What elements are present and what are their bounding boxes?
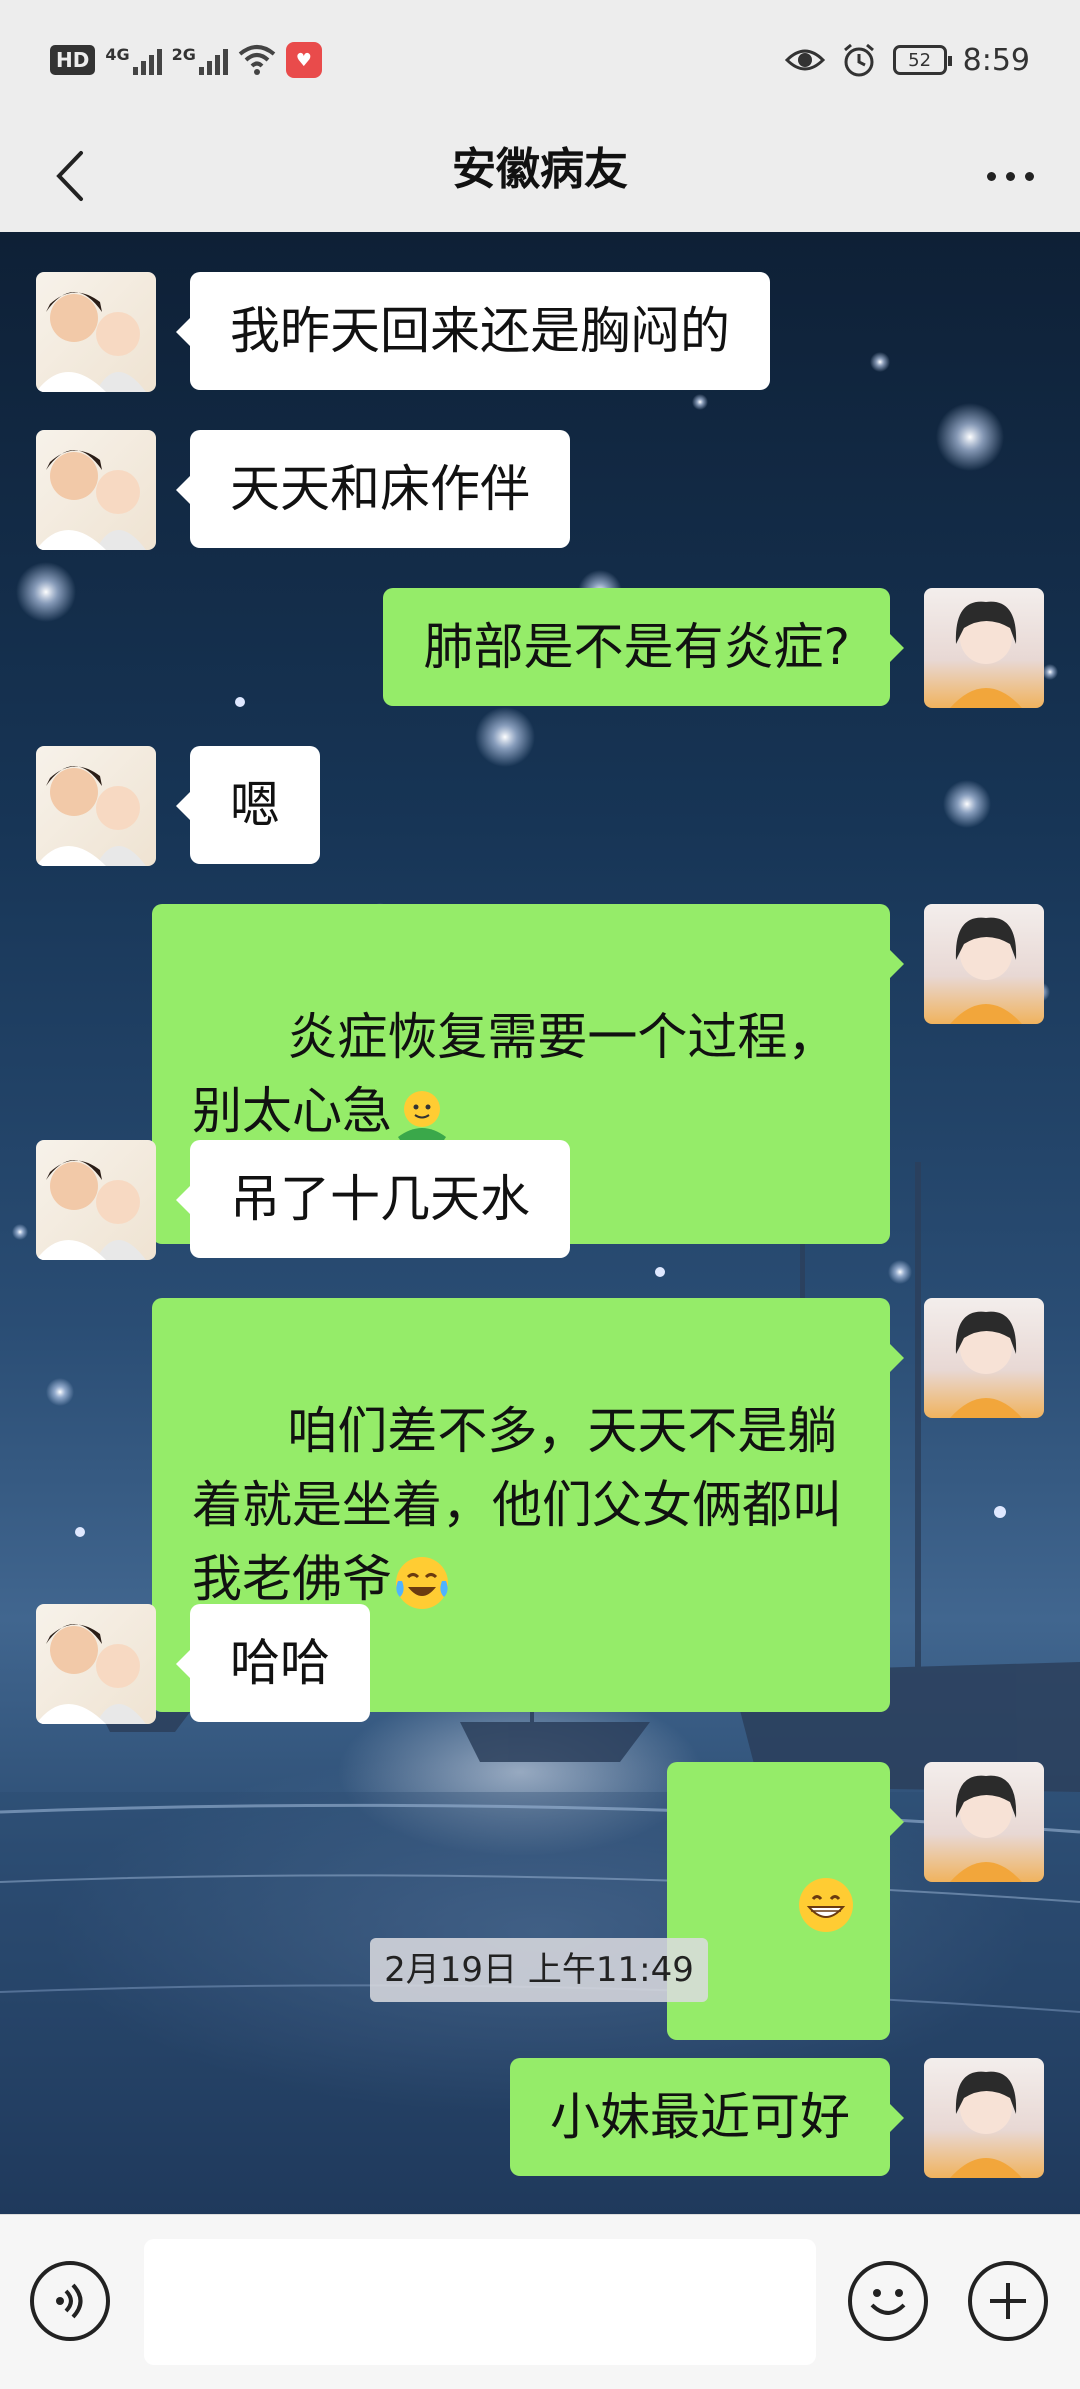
message-text: 炎症恢复需要一个过程，别太心急 xyxy=(192,1008,838,1140)
alarm-icon xyxy=(843,43,874,77)
back-arrow-icon xyxy=(56,151,83,201)
status-left: HD 4G 2G ♥ xyxy=(50,38,322,82)
emoji-icon xyxy=(870,2289,906,2315)
friend-avatar[interactable] xyxy=(36,1140,156,1260)
hd-indicator: HD xyxy=(50,45,96,75)
message-text: 咱们差不多，天天不是躺着就是坐着，他们父女俩都叫我老佛爷 xyxy=(192,1402,842,1608)
status-right: 52 8:59 xyxy=(784,38,1030,82)
my-avatar[interactable] xyxy=(924,2058,1044,2178)
friend-avatar[interactable] xyxy=(36,746,156,866)
emoji-button[interactable] xyxy=(848,2261,928,2341)
my-avatar[interactable] xyxy=(924,1762,1044,1882)
network-type-label: 4G xyxy=(105,45,130,64)
status-bar: HD 4G 2G ♥ 52 8:59 xyxy=(0,0,1080,120)
clock: 8:59 xyxy=(962,42,1030,78)
laugh-cry-emoji xyxy=(396,1556,448,1609)
message-bubble-incoming[interactable]: 吊了十几天水 xyxy=(176,1140,570,1258)
input-bar xyxy=(0,2214,1080,2389)
signal-icon-2: 2G xyxy=(172,45,228,75)
friend-avatar[interactable] xyxy=(36,272,156,392)
app-notification-icon: ♥ xyxy=(285,42,322,78)
my-avatar[interactable] xyxy=(924,904,1044,1024)
message-bubble-outgoing[interactable]: 肺部是不是有炎症? xyxy=(383,588,904,706)
hug-emoji xyxy=(398,1090,446,1143)
voice-icon xyxy=(56,2283,83,2319)
chat-title: 安徽病友 xyxy=(452,144,628,195)
eye-icon xyxy=(784,49,825,71)
more-dots-icon xyxy=(986,171,996,181)
friend-avatar[interactable] xyxy=(36,1604,156,1724)
plus-icon xyxy=(990,2283,1026,2319)
grin-emoji xyxy=(799,1877,853,1932)
more-functions-button[interactable] xyxy=(968,2261,1048,2341)
wifi-icon xyxy=(238,45,276,75)
message-bubble-incoming[interactable]: 嗯 xyxy=(176,746,320,864)
message-bubble-incoming[interactable]: 哈哈 xyxy=(176,1604,370,1722)
message-bubble-incoming[interactable]: 我昨天回来还是胸闷的 xyxy=(176,272,770,390)
network-type-label-2: 2G xyxy=(171,45,196,64)
more-options-button[interactable] xyxy=(970,154,1050,198)
chat-area[interactable]: 我昨天回来还是胸闷的 天天和床作伴 肺部是不是有炎症? 嗯 炎症恢复需要一个过程… xyxy=(0,232,1080,2214)
chat-header: 安徽病友 xyxy=(0,120,1080,232)
battery-icon: 52 xyxy=(892,45,952,75)
message-bubble-outgoing[interactable]: 小妹最近可好 xyxy=(510,2058,904,2176)
message-input[interactable] xyxy=(144,2239,816,2365)
message-timestamp: 2月19日 上午11:49 xyxy=(370,1938,708,2002)
message-bubble-incoming[interactable]: 天天和床作伴 xyxy=(176,430,570,548)
back-button[interactable] xyxy=(40,146,100,206)
signal-icon: 4G xyxy=(105,45,162,75)
my-avatar[interactable] xyxy=(924,1298,1044,1418)
friend-avatar[interactable] xyxy=(36,430,156,550)
my-avatar[interactable] xyxy=(924,588,1044,708)
voice-input-button[interactable] xyxy=(30,2261,110,2341)
